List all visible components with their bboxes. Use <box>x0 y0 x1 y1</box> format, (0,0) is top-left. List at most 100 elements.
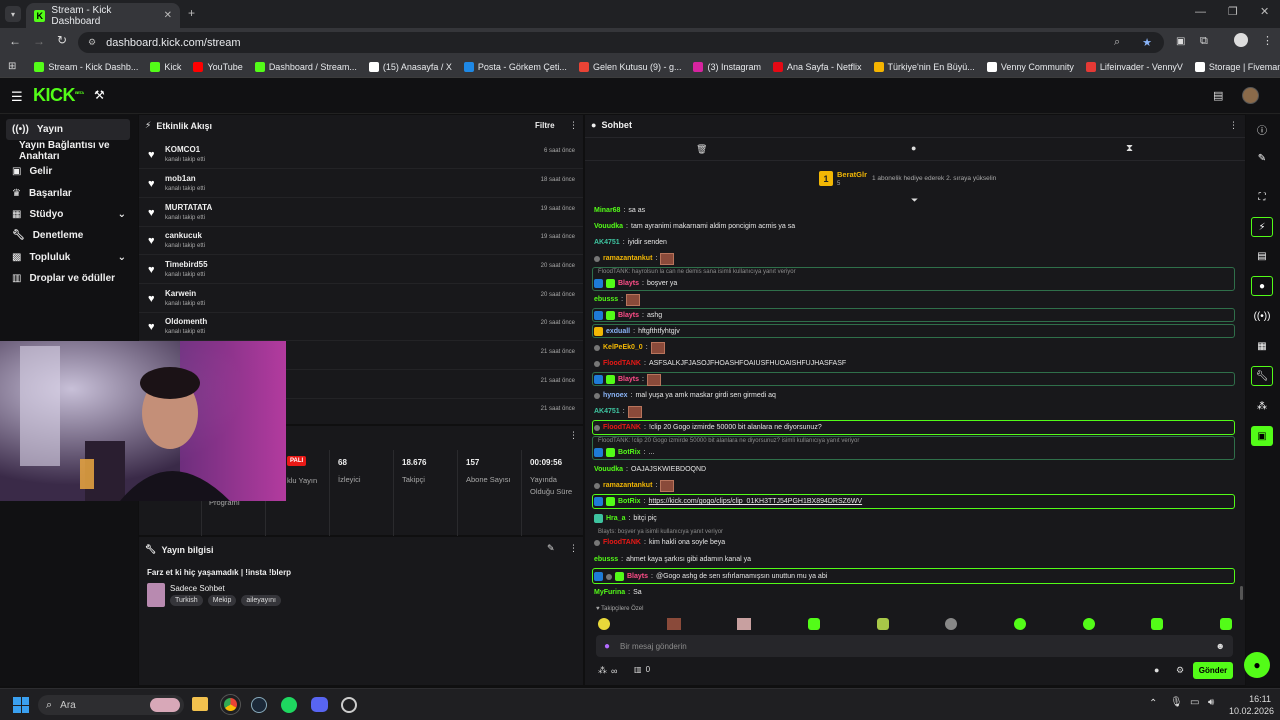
hamburger-menu-icon[interactable]: ☰ <box>11 89 23 105</box>
bookmark-item[interactable]: (3) Instagram <box>693 61 761 72</box>
bookmark-item[interactable]: Posta - Görkem Çeti... <box>463 61 567 72</box>
site-info-icon[interactable]: ⚙ <box>88 37 96 48</box>
chat-message[interactable]: Vouudka: tam ayranimi makarnami aldim pon… <box>594 220 795 233</box>
emote-icon[interactable] <box>1013 618 1026 630</box>
edit-icon[interactable]: ✎ <box>1251 148 1273 168</box>
bookmark-item[interactable]: Lifeinvader - VennyV <box>1085 61 1183 72</box>
chat-message[interactable]: hynoex: mal yuşa ya amk maskar girdi sen … <box>594 389 776 402</box>
filter-button[interactable]: Filtre <box>535 121 555 130</box>
activity-row[interactable]: ♥ MURTATATA kanalı takip etti 19 saat önce <box>139 199 583 227</box>
chat-message[interactable]: Blayts: boşver ya <box>594 277 677 290</box>
chat-message[interactable]: ramazantankut: <box>594 252 675 265</box>
activity-row[interactable]: ♥ Karwein kanalı takip etti 20 saat önce <box>139 285 583 313</box>
browser-tab[interactable]: K Stream - Kick Dashboard ✕ <box>26 3 180 28</box>
chat-message[interactable]: AK4751: <box>594 405 642 418</box>
pinned-username[interactable]: BeratGlr <box>837 170 867 179</box>
discord-icon[interactable] <box>311 697 328 712</box>
hammer-icon[interactable]: ⚒ <box>94 88 105 102</box>
wrench-icon[interactable]: 🔧︎ <box>1251 366 1273 386</box>
chat-message[interactable]: exduall: hftgfthtfyhtgjv <box>594 325 680 338</box>
chat-message[interactable]: Vouudka: OAJAJSKWIEBDOQND <box>594 463 706 476</box>
microphone-icon[interactable]: ● <box>604 641 610 652</box>
kick-logo[interactable]: KICKBETA <box>33 85 84 106</box>
chat-icon[interactable]: ● <box>1251 276 1273 296</box>
chat-message[interactable]: ebusss: ahmet kaya şarkısı gibi adamın ka… <box>594 553 751 566</box>
activity-row[interactable]: ♥ KOMCO1 kanalı takip etti 6 saat önce <box>139 141 583 169</box>
bolt-icon[interactable]: ⚡︎ <box>1251 217 1273 237</box>
trash-icon[interactable]: 🗑︎ <box>696 144 707 155</box>
creator-card-icon[interactable]: ▤ <box>1213 89 1223 102</box>
tag-chip[interactable]: aileyayını <box>241 595 281 606</box>
bookmark-item[interactable]: Storage | Fivemanage <box>1194 61 1280 72</box>
emote-icon[interactable] <box>1151 618 1164 630</box>
window-close-icon[interactable]: ✕ <box>1260 5 1269 18</box>
chat-message[interactable]: AK4751: iyidir senden <box>594 236 667 249</box>
emoji-icon[interactable]: ☻ <box>1216 641 1225 651</box>
chat-message[interactable]: Blayts: @Gogo ashg de sen sıfırlamamışsın… <box>594 570 827 583</box>
help-chat-button[interactable]: ● <box>1244 652 1270 678</box>
chat-input[interactable]: ● Bir mesaj gönderin ☻ <box>596 635 1233 657</box>
hourglass-icon[interactable]: ⧗ <box>1126 143 1133 154</box>
chat-mode-icon[interactable]: ● <box>911 143 916 153</box>
emote-icon[interactable] <box>1082 618 1095 630</box>
chat-message[interactable]: Blayts: <box>594 373 661 386</box>
bookmark-item[interactable]: YouTube <box>193 61 243 72</box>
chat-message[interactable]: Hra_a: bitçi piç <box>594 512 657 525</box>
extensions-puzzle-icon[interactable]: ⧉ <box>1200 35 1208 48</box>
chat-message[interactable]: KelPeEk0_0: <box>594 341 665 354</box>
sidebar-item-gelir[interactable]: ▣ Gelir <box>6 161 130 182</box>
volume-icon[interactable]: 🔊︎ <box>1208 697 1214 708</box>
activity-menu-icon[interactable]: ⋮ <box>569 120 578 131</box>
spotify-icon[interactable] <box>281 697 297 713</box>
clip-link[interactable]: https://kick.com/gogo/clips/clip_01KH3TT… <box>649 498 863 505</box>
address-bar[interactable]: ⚙ dashboard.kick.com/stream ⌕ ★ <box>78 32 1164 53</box>
extension-icon[interactable]: ▣ <box>1176 36 1185 47</box>
channel-points[interactable]: ⁂ ∞ <box>598 665 617 676</box>
chat-message[interactable]: FloodTANK: ASFSALKJFJASOJFHOASHFOAIUSFHUO… <box>594 357 846 370</box>
browser-menu-icon[interactable]: ⋮ <box>1262 34 1273 47</box>
file-explorer-icon[interactable] <box>192 697 208 711</box>
zoom-icon[interactable]: ⌕ <box>1114 36 1120 49</box>
chat-bubble-icon[interactable]: ● <box>1154 665 1159 675</box>
broadcast-icon[interactable]: ((•)) <box>1251 306 1273 326</box>
bookmark-item[interactable]: Kick <box>150 61 181 72</box>
sidebar-item-yayin-baglantisi[interactable]: Yayın Bağlantısı ve Anahtarı <box>6 140 140 162</box>
chat-message[interactable]: MyFurina: Sa <box>594 586 642 599</box>
bookmark-item[interactable]: Stream - Kick Dashb... <box>34 61 138 72</box>
tab-search-icon[interactable]: ▾ <box>5 6 21 22</box>
restore-icon[interactable]: ❐ <box>1228 5 1238 18</box>
bookmark-item[interactable]: Gelen Kutusu (9) - g... <box>578 61 681 72</box>
activity-row[interactable]: ♥ mob1an kanalı takip etti 18 saat önce <box>139 170 583 198</box>
gift-count[interactable]: ▥ 0 <box>634 665 650 674</box>
chat-menu-icon[interactable]: ⋮ <box>1229 120 1238 131</box>
bookmark-item[interactable]: (15) Anasayfa / X <box>368 61 452 72</box>
emote-icon[interactable] <box>807 618 820 630</box>
forward-icon[interactable]: → <box>33 34 45 48</box>
sidebar-item-basarilar[interactable]: ♛ Başarılar <box>6 183 130 204</box>
tab-close-icon[interactable]: ✕ <box>164 10 172 21</box>
sidebar-item-yayin[interactable]: ((•)) Yayın <box>6 119 130 140</box>
bookmark-item[interactable]: Dashboard / Stream... <box>254 61 357 72</box>
taskbar-search[interactable]: ⌕ Ara <box>38 695 184 715</box>
steam-icon[interactable] <box>251 697 267 713</box>
bookmark-item[interactable]: Ana Sayfa - Netflix <box>773 61 862 72</box>
stats-menu-icon[interactable]: ⋮ <box>569 430 578 441</box>
windows-start-icon[interactable] <box>13 697 29 713</box>
settings-gear-icon[interactable]: ⚙ <box>1176 665 1184 676</box>
chat-message[interactable]: FloodTANK: kim hakli ona soyle beya <box>594 536 725 549</box>
bookmark-star-icon[interactable]: ★ <box>1142 36 1152 49</box>
chat-message[interactable]: Minar68: sa as <box>594 204 645 217</box>
stream-info-menu-icon[interactable]: ⋮ <box>569 543 578 554</box>
chat-message[interactable]: FloodTANK: !clip 20 Gogo izmirde 50000 bi… <box>594 421 822 434</box>
emote-icon[interactable] <box>666 618 681 630</box>
reload-icon[interactable]: ↻ <box>57 33 67 47</box>
chat-message[interactable]: ebusss: <box>594 293 641 306</box>
activity-row[interactable]: ♥ Oldomenth kanalı takip etti 20 saat önce <box>139 313 583 341</box>
chat-message[interactable]: BotRix:... <box>594 446 654 459</box>
chrome-icon[interactable] <box>220 694 241 715</box>
share-icon[interactable]: ⁂ <box>1251 396 1273 416</box>
microphone-icon[interactable]: 🎙︎ <box>1170 697 1183 708</box>
scroll-down-icon[interactable]: ⏷ <box>911 195 918 206</box>
profile-avatar-icon[interactable] <box>1234 33 1248 47</box>
user-avatar[interactable] <box>1242 87 1259 104</box>
